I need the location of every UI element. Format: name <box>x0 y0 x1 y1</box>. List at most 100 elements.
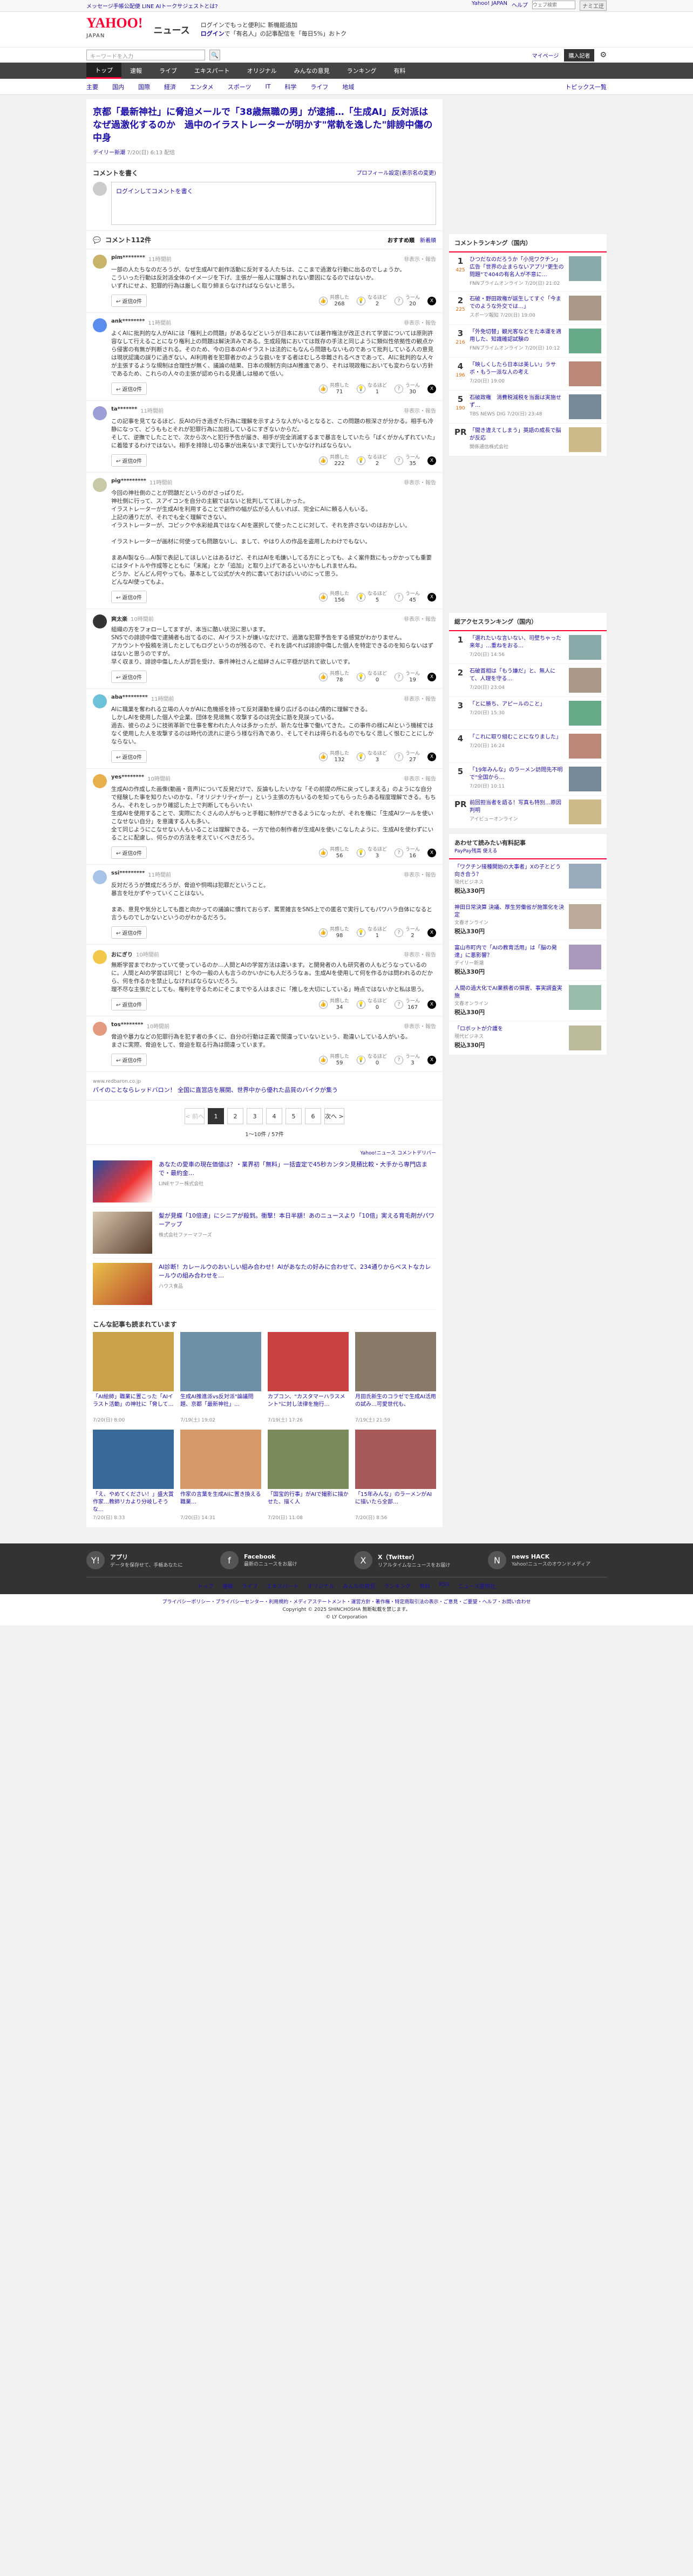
x-share-icon[interactable]: X <box>427 592 436 602</box>
comment-user[interactable]: pig********* <box>111 478 146 486</box>
cat-science[interactable]: 科学 <box>284 83 296 91</box>
x-share-icon[interactable]: X <box>427 1000 436 1009</box>
recommend-item[interactable]: 「15年みんな」のラーメンがAIに描いたら全部… 7/20(日) 8:56 <box>355 1430 436 1521</box>
reaction-likes-button[interactable]: 👍 共感した 156 <box>318 591 349 603</box>
paid-item[interactable]: 「ワクチン接種開始の大事者」Xの子とどう向き合う？ 現代ビジネス 税込330円 <box>449 859 607 900</box>
ad-label[interactable]: Yahoo!ニュース コメントデリバー <box>93 1149 436 1156</box>
ranking-item[interactable]: 5 「19年みんな」のラーメン訪問先不明で"全国から… 7/20(日) 10:11 <box>449 763 607 796</box>
recommend-item[interactable]: 作家の言葉を生成AIに置き換える職業… 7/20(日) 14:31 <box>180 1430 261 1521</box>
ranking-item[interactable]: PR 「間き違えてしまう」英語の成長で脳が反応 関係通信株式会社 <box>449 423 607 456</box>
comment-user[interactable]: ank******** <box>111 318 145 326</box>
reaction-hmm-button[interactable]: ? うーん 30 <box>394 383 420 395</box>
reaction-hmm-button[interactable]: ? うーん 45 <box>394 591 420 603</box>
pager-page-2[interactable]: 2 <box>227 1108 243 1124</box>
ranking-title[interactable]: 石破政権 消費税減税を当面は実施せず… TBS NEWS DIG 7/20(日) … <box>470 394 566 419</box>
comment-report-link[interactable]: 非表示・報告 <box>404 478 436 486</box>
avatar[interactable] <box>93 870 107 884</box>
inline-ad[interactable]: www.redbaron.co.jp パイのことならレッドバロン！ 全国に直営店… <box>86 1071 443 1100</box>
gnav-paid[interactable]: 有料 <box>385 63 414 79</box>
comment-report-link[interactable]: 非表示・報告 <box>404 318 436 326</box>
reaction-hmm-button[interactable]: ? うーん 27 <box>394 751 420 763</box>
cat-life[interactable]: ライフ <box>310 83 328 91</box>
cat-world[interactable]: 国際 <box>138 83 150 91</box>
x-share-icon[interactable]: X <box>427 1055 436 1064</box>
login-link[interactable]: ログイン <box>201 30 225 37</box>
ranking-title[interactable]: 石破首相は「もう嫌だ」と、無人にて、人理を守る… 7/20(日) 23:04 <box>470 668 566 693</box>
register-button[interactable]: 購入記者 <box>564 49 595 62</box>
comment-report-link[interactable]: 非表示・報告 <box>404 1022 436 1030</box>
footer-links[interactable]: プライバシーポリシー・プライバシーセンター・利用規約・メディアステートメント・運… <box>0 1598 693 1606</box>
ranking-title[interactable]: 「外免切替」観光客などをた本運を適用した、知識確認試験の FNNプライムオンライン… <box>470 329 566 353</box>
recommend-item[interactable]: 「え、やめてください！」盛大賞作家…教師リカより分岐しそうな… 7/20(日) 8… <box>93 1430 174 1521</box>
reaction-nah-button[interactable]: 💡 なるほど 3 <box>356 847 387 859</box>
ad-title[interactable]: あなたの愛車の現在価値は？・業界初「無料」一括査定で45秒カンタン見積比較・大手… <box>159 1160 436 1178</box>
pager-page-5[interactable]: 5 <box>286 1108 302 1124</box>
comment-report-link[interactable]: 非表示・報告 <box>404 950 436 958</box>
avatar[interactable] <box>93 950 107 964</box>
reply-button[interactable]: ↩ 返信0件 <box>111 382 147 395</box>
x-share-icon[interactable]: X <box>427 672 436 681</box>
comment-report-link[interactable]: 非表示・報告 <box>404 870 436 878</box>
topics-list-link[interactable]: トピックス一覧 <box>565 83 607 91</box>
comment-report-link[interactable]: 非表示・報告 <box>404 774 436 782</box>
reaction-hmm-button[interactable]: ? うーん 3 <box>394 1054 420 1066</box>
gnav-original[interactable]: オリジナル <box>239 63 286 79</box>
reaction-likes-button[interactable]: 👍 共感した 268 <box>318 295 349 307</box>
article-source[interactable]: デイリー新潮 <box>93 150 125 156</box>
avatar[interactable] <box>93 1022 107 1036</box>
footer-app-item[interactable]: f Facebook 最新のニュースをお届け <box>220 1551 339 1569</box>
reaction-nah-button[interactable]: 💡 なるほど 3 <box>356 751 387 763</box>
ad-title[interactable]: AI診断！カレールウのおいしい組み合わせ！AIがあなたの好みに合わせて、234通… <box>159 1263 436 1280</box>
ad-item[interactable]: AI診断！カレールウのおいしい組み合わせ！AIがあなたの好みに合わせて、234通… <box>93 1259 436 1310</box>
footer-nav-item[interactable]: 有料 <box>419 1582 430 1590</box>
cat-main[interactable]: 主要 <box>86 83 98 91</box>
ranking-item[interactable]: 3 「とに勝ち、アピールのこと」 7/20(日) 15:30 <box>449 697 607 730</box>
pager-page-1[interactable]: 1 <box>208 1108 224 1124</box>
x-share-icon[interactable]: X <box>427 456 436 465</box>
x-share-icon[interactable]: X <box>427 848 436 857</box>
reaction-nah-button[interactable]: 💡 なるほど 1 <box>356 383 387 395</box>
avatar[interactable] <box>93 774 107 788</box>
ranking-title[interactable]: 「とに勝ち、アピールのこと」 7/20(日) 15:30 <box>470 701 566 726</box>
topbar-link-help[interactable]: ヘルプ <box>512 1 528 11</box>
reaction-nah-button[interactable]: 💡 なるほど 2 <box>356 455 387 467</box>
yahoo-logo[interactable]: YAHOO! JAPAN <box>86 16 143 43</box>
reaction-likes-button[interactable]: 👍 共感した 56 <box>318 847 349 859</box>
comment-user[interactable]: aba********* <box>111 694 148 702</box>
gnav-opinion[interactable]: みんなの意見 <box>286 63 338 79</box>
reply-button[interactable]: ↩ 返信0件 <box>111 750 147 763</box>
comment-user[interactable]: yes******** <box>111 774 144 782</box>
ranking-item[interactable]: 4 「これに取り組むことになりました」 7/20(日) 16:24 <box>449 730 607 763</box>
gnav-expert[interactable]: エキスパート <box>186 63 239 79</box>
pager-prev[interactable]: < 前へ <box>185 1108 205 1124</box>
paid-title[interactable]: 人間の過大化でAI業務者の損害、事実調査実施 文春オンライン 税込330円 <box>454 985 565 1016</box>
footer-nav-item[interactable]: 速報 <box>222 1582 233 1590</box>
reaction-likes-button[interactable]: 👍 共感した 71 <box>318 383 349 395</box>
reply-button[interactable]: ↩ 返信0件 <box>111 926 147 939</box>
recommend-title[interactable]: 「15年みんな」のラーメンがAIに描いたら全部… <box>355 1491 436 1514</box>
paid-item[interactable]: 人間の過大化でAI業務者の損害、事実調査実施 文春オンライン 税込330円 <box>449 981 607 1021</box>
reaction-hmm-button[interactable]: ? うーん 167 <box>394 999 420 1010</box>
ranking-item[interactable]: 4 196 「映しくしたら日本は美しい」ラサボ・もう一派な人の考え 7/20(日) 1… <box>449 358 607 391</box>
pager-page-3[interactable]: 3 <box>247 1108 263 1124</box>
inline-ad-text[interactable]: パイのことならレッドバロン！ 全国に直営店を展開、世界中から優れた品質のバイクが… <box>93 1086 436 1095</box>
reply-button[interactable]: ↩ 返信0件 <box>111 998 147 1010</box>
ranking-item[interactable]: 3 216 「外免切替」観光客などをた本運を適用した、知識確認試験の FNNプライムオ… <box>449 325 607 358</box>
topbar-link-yahoo[interactable]: Yahoo! JAPAN <box>472 1 507 11</box>
recommend-title[interactable]: 「AI絵師」職業に置こった「AIイラスト活動」の神社に「脅して… <box>93 1393 174 1416</box>
comment-report-link[interactable]: 非表示・報告 <box>404 406 436 414</box>
reaction-likes-button[interactable]: 👍 共感した 222 <box>318 455 349 467</box>
reply-button[interactable]: ↩ 返信0件 <box>111 295 147 307</box>
reply-button[interactable]: ↩ 返信0件 <box>111 846 147 859</box>
avatar[interactable] <box>93 694 107 708</box>
footer-app-item[interactable]: X X（Twitter） リアルタイムなニュースをお届け <box>354 1551 473 1569</box>
comment-user[interactable]: ssi********* <box>111 870 145 878</box>
gnav-flash[interactable]: 速報 <box>121 63 151 79</box>
ranking-title[interactable]: 「これに取り組むことになりました」 7/20(日) 16:24 <box>470 734 566 759</box>
comment-user[interactable]: tos******** <box>111 1022 143 1030</box>
comment-user[interactable]: おにぎり <box>111 950 133 958</box>
gnav-top[interactable]: トップ <box>86 63 121 79</box>
footer-nav-item[interactable]: オリジナル <box>307 1582 334 1590</box>
recommend-item[interactable]: カプコン、"カスタマーハラスメント"に対し法律を施行… 7/19(土) 17:26 <box>268 1332 349 1423</box>
comment-report-link[interactable]: 非表示・報告 <box>404 694 436 702</box>
